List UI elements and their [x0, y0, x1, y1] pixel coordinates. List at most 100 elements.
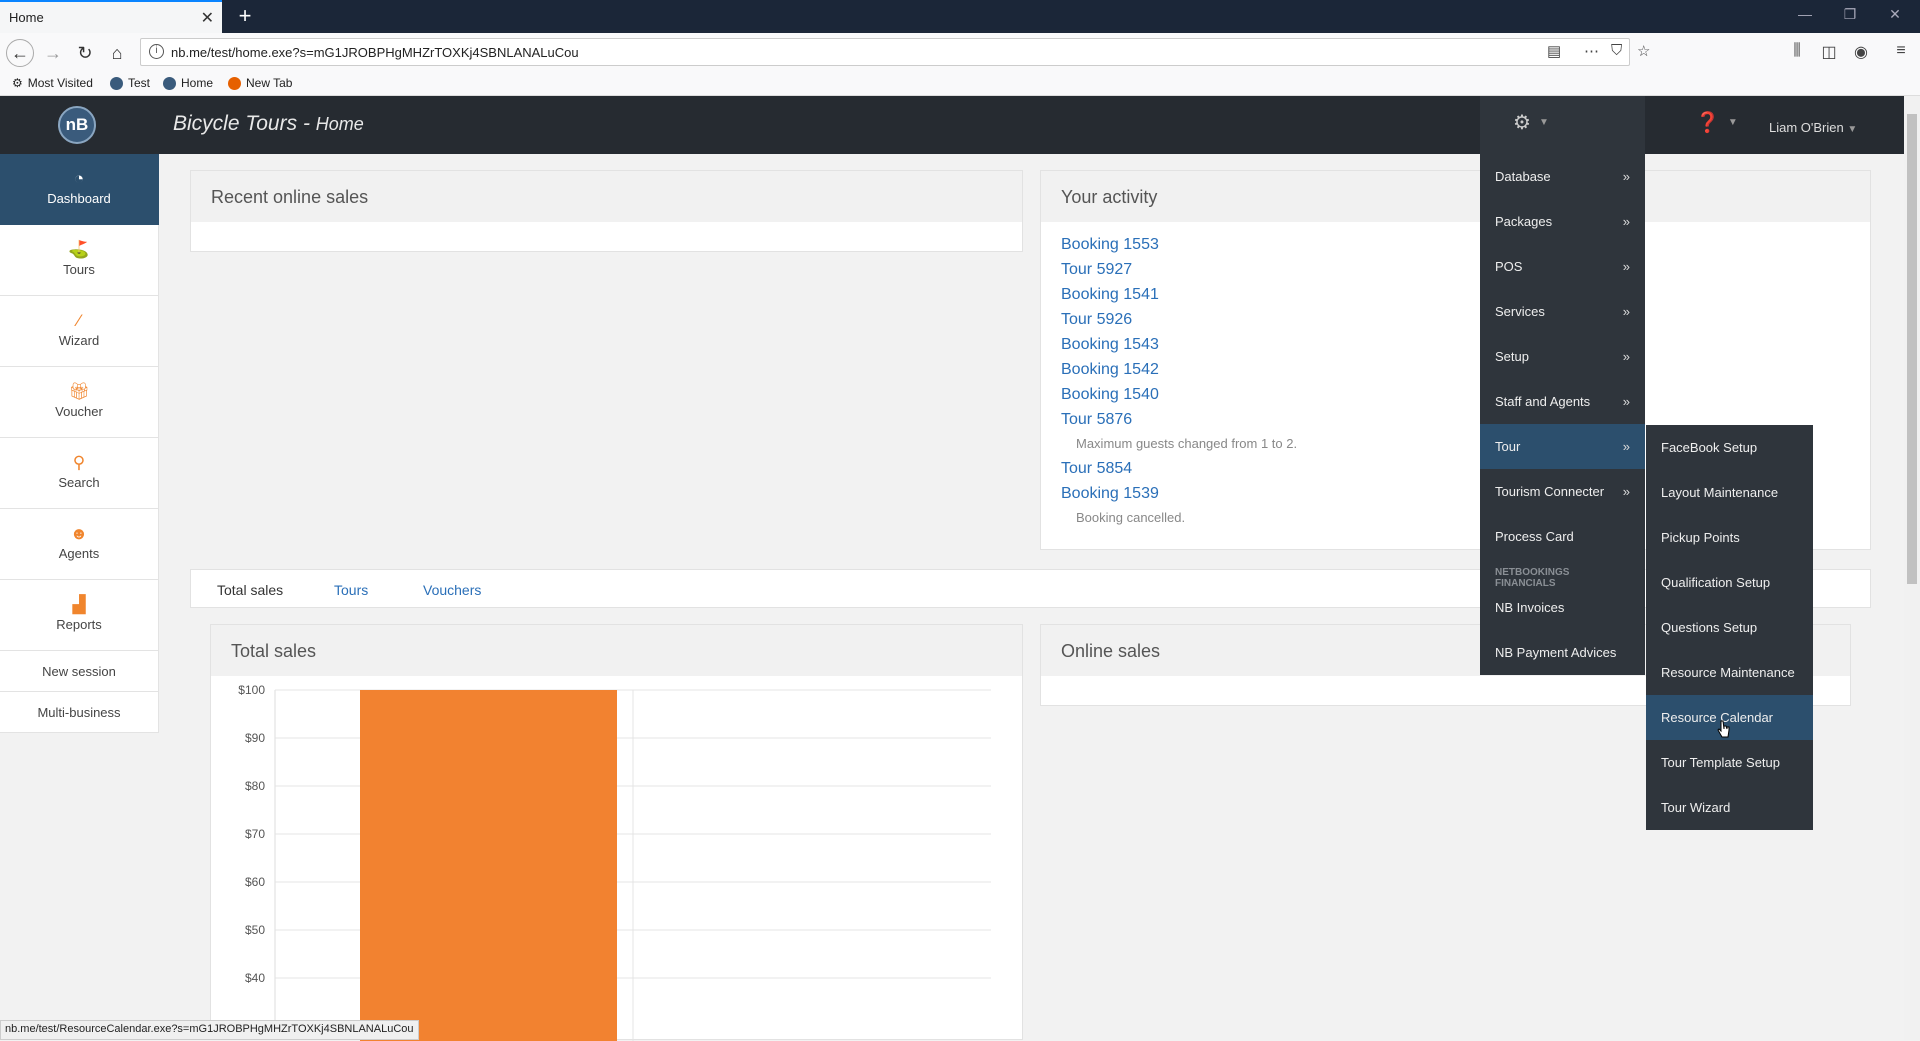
tab-tours[interactable]: Tours — [334, 582, 368, 598]
sidebar-item-reports[interactable]: ▟ Reports — [0, 580, 159, 651]
back-button[interactable]: ← — [6, 39, 34, 67]
home-icon[interactable]: ⌂ — [104, 40, 130, 66]
menu-item-label: Process Card — [1495, 529, 1574, 544]
settings-menu: Database» Packages» POS» Services» Setup» Sta… — [1480, 154, 1645, 675]
submenu-item-facebook-setup[interactable]: FaceBook Setup — [1646, 425, 1813, 470]
menu-item-database[interactable]: Database » — [1480, 154, 1645, 199]
total-sales-chart: $100 $90 $80 $70 $60 $50 $40 — [238, 683, 991, 1041]
site-info-icon[interactable]: i — [149, 44, 164, 59]
page-scrollbar[interactable] — [1904, 96, 1920, 1040]
app-logo[interactable]: nB — [58, 106, 96, 144]
menu-item-nb-invoices[interactable]: NB Invoices — [1480, 585, 1645, 630]
submenu-item-questions-setup[interactable]: Questions Setup — [1646, 605, 1813, 650]
y-tick-label: $100 — [238, 683, 265, 697]
minimize-icon[interactable]: — — [1790, 6, 1820, 22]
gear-icon: ⚙ — [1513, 112, 1531, 134]
url-text[interactable]: nb.me/test/home.exe?s=mG1JROBPHgMHZrTOXK… — [171, 45, 579, 60]
sidebar: ◔ Dashboard ⛳ Tours ⁄ Wizard 🎁︎ Voucher ⚲ Sea… — [0, 154, 159, 733]
activity-link[interactable]: Booking 1542 — [1061, 357, 1850, 382]
menu-item-setup[interactable]: Setup » — [1480, 334, 1645, 379]
activity-link[interactable]: Booking 1553 — [1061, 232, 1850, 257]
submenu-item-resource-maintenance[interactable]: Resource Maintenance — [1646, 650, 1813, 695]
user-menu[interactable]: Liam O'Brien ▼ — [1769, 120, 1857, 135]
account-icon[interactable]: ◉ — [1850, 42, 1872, 62]
submenu-item-qualification-setup[interactable]: Qualification Setup — [1646, 560, 1813, 605]
new-tab-button[interactable]: + — [232, 3, 258, 29]
menu-item-process-card[interactable]: Process Card — [1480, 514, 1645, 559]
menu-item-packages[interactable]: Packages » — [1480, 199, 1645, 244]
tours-icon: ⛳ — [68, 240, 90, 259]
submenu-arrow-icon: » — [1622, 439, 1630, 454]
submenu-arrow-icon: » — [1622, 349, 1630, 364]
sidebar-item-voucher[interactable]: 🎁︎ Voucher — [0, 367, 159, 438]
tab-total-sales[interactable]: Total sales — [217, 582, 283, 598]
recent-sales-title: Recent online sales — [191, 171, 1022, 222]
multi-business-link[interactable]: Multi-business — [0, 692, 159, 733]
menu-item-label: Packages — [1495, 214, 1553, 229]
menu-item-label: Setup — [1495, 349, 1529, 364]
bookmark-most-visited[interactable]: ⚙ Most Visited — [12, 76, 93, 90]
tab-vouchers[interactable]: Vouchers — [423, 582, 481, 598]
bookmark-home[interactable]: Home — [163, 76, 213, 90]
page-title: Bicycle Tours - Home — [173, 112, 364, 135]
submenu-arrow-icon: » — [1622, 214, 1630, 229]
browser-tab[interactable]: Home ✕ — [0, 0, 222, 33]
y-tick-label: $90 — [245, 731, 265, 745]
tour-submenu: FaceBook Setup Layout Maintenance Pickup P… — [1646, 425, 1813, 830]
bookmark-new-tab[interactable]: New Tab — [228, 76, 292, 90]
y-tick-label: $50 — [245, 923, 265, 937]
firefox-icon — [228, 76, 241, 90]
pocket-icon[interactable]: ⛉ — [1611, 42, 1622, 59]
menu-item-staff-and-agents[interactable]: Staff and Agents » — [1480, 379, 1645, 424]
reload-icon[interactable]: ↻ — [72, 40, 98, 66]
submenu-arrow-icon: » — [1622, 169, 1630, 184]
menu-item-services[interactable]: Services » — [1480, 289, 1645, 334]
menu-item-tour[interactable]: Tour » — [1480, 424, 1645, 469]
menu-section-header: NETBOOKINGS FINANCIALS — [1495, 567, 1570, 589]
menu-item-pos[interactable]: POS » — [1480, 244, 1645, 289]
menu-icon[interactable]: ≡ — [1890, 42, 1912, 60]
activity-link[interactable]: Booking 1541 — [1061, 282, 1850, 307]
help-dropdown[interactable]: ❓ ▼ — [1695, 110, 1738, 135]
activity-link[interactable]: Booking 1543 — [1061, 332, 1850, 357]
settings-dropdown-toggle[interactable]: ⚙ ▼ — [1480, 96, 1645, 154]
menu-item-tourism-connecter[interactable]: Tourism Connecter » — [1480, 469, 1645, 514]
menu-item-label: Staff and Agents — [1495, 394, 1591, 409]
bookmark-star-icon[interactable]: ☆ — [1637, 42, 1650, 60]
tab-close-icon[interactable]: ✕ — [201, 8, 214, 28]
submenu-item-tour-wizard[interactable]: Tour Wizard — [1646, 785, 1813, 830]
restore-icon[interactable]: ❐ — [1835, 6, 1865, 23]
new-session-link[interactable]: New session — [0, 651, 159, 692]
sidebar-item-tours[interactable]: ⛳ Tours — [0, 225, 159, 296]
activity-link[interactable]: Booking 1540 — [1061, 382, 1850, 407]
sidebar-item-agents[interactable]: ☻ Agents — [0, 509, 159, 580]
menu-item-nb-payment-advices[interactable]: NB Payment Advices — [1480, 630, 1645, 675]
submenu-item-pickup-points[interactable]: Pickup Points — [1646, 515, 1813, 560]
bookmarks-bar: ⚙ Most Visited Test Home New Tab — [0, 73, 1920, 96]
submenu-arrow-icon: » — [1622, 259, 1630, 274]
activity-link[interactable]: Tour 5927 — [1061, 257, 1850, 282]
window-close-icon[interactable]: ✕ — [1880, 6, 1910, 23]
page-actions-icon[interactable]: ⋯ — [1584, 42, 1599, 60]
bar[interactable] — [360, 690, 617, 1041]
gift-icon: 🎁︎ — [68, 382, 90, 401]
menu-item-label: Database — [1495, 169, 1551, 184]
reader-view-icon[interactable]: ▤ — [1547, 42, 1561, 60]
sidebar-item-wizard[interactable]: ⁄ Wizard — [0, 296, 159, 367]
sidebar-item-dashboard[interactable]: ◔ Dashboard — [0, 154, 159, 225]
submenu-item-tour-template-setup[interactable]: Tour Template Setup — [1646, 740, 1813, 785]
scrollbar-thumb[interactable] — [1907, 114, 1917, 584]
chevron-down-icon: ▼ — [1538, 117, 1549, 128]
activity-link[interactable]: Tour 5926 — [1061, 307, 1850, 332]
address-bar[interactable]: i nb.me/test/home.exe?s=mG1JROBPHgMHZrTO… — [140, 38, 1650, 66]
help-icon: ❓ — [1695, 112, 1720, 134]
submenu-item-layout-maintenance[interactable]: Layout Maintenance — [1646, 470, 1813, 515]
y-tick-label: $40 — [245, 971, 265, 985]
sidebar-toggle-icon[interactable]: ◫ — [1818, 42, 1840, 62]
library-icon[interactable]: ⫼ — [1786, 42, 1808, 60]
bookmark-test[interactable]: Test — [110, 76, 150, 90]
tab-title: Home — [9, 10, 44, 25]
sidebar-item-search[interactable]: ⚲ Search — [0, 438, 159, 509]
recent-sales-panel: Recent online sales — [190, 170, 1023, 252]
forward-button[interactable]: → — [40, 40, 66, 66]
